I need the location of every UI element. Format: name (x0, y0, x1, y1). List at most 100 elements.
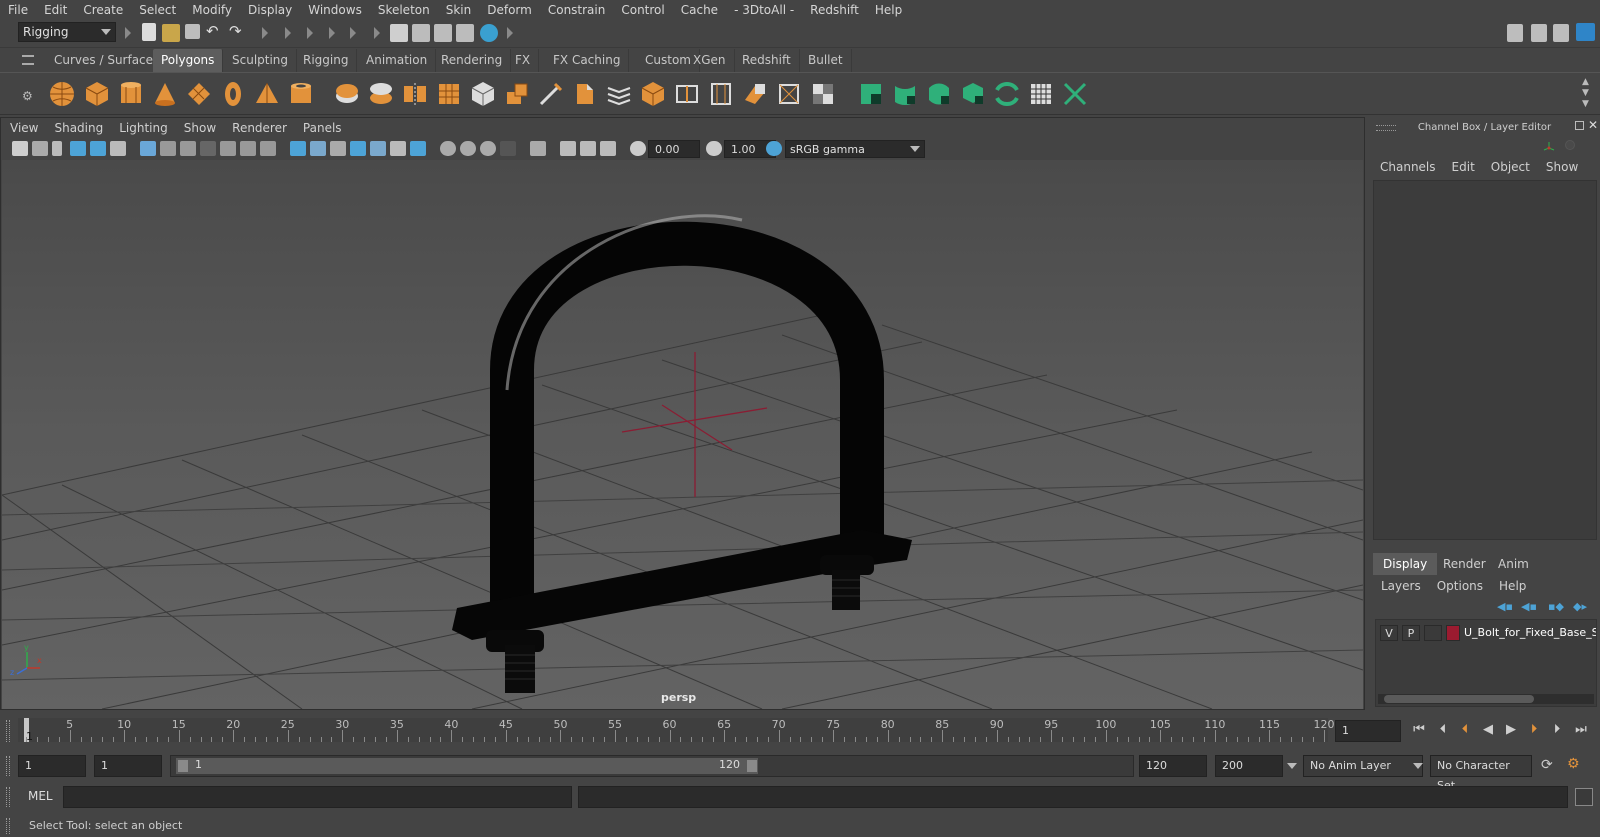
xray-active-icon[interactable] (580, 141, 596, 156)
color-management-icon[interactable] (766, 141, 782, 156)
bevel-icon[interactable] (571, 80, 599, 108)
smooth-icon[interactable] (435, 80, 463, 108)
isolate-select-icon[interactable] (530, 141, 546, 156)
close-icon[interactable]: ✕ (1588, 118, 1598, 132)
step-forward-frame-icon[interactable]: ⏵ (1548, 722, 1566, 738)
menu-deform[interactable]: Deform (479, 0, 540, 20)
target-weld-icon[interactable] (775, 80, 803, 108)
persp-viewport[interactable]: x y z (2, 160, 1363, 709)
ipr-render-icon[interactable] (434, 24, 452, 42)
lights-icon[interactable] (390, 141, 406, 156)
menu-windows[interactable]: Windows (300, 0, 370, 20)
poly-cube-icon[interactable] (83, 80, 111, 108)
shelf-tab-fx-caching[interactable]: FX Caching (545, 49, 630, 72)
layer-menu-options[interactable]: Options (1429, 576, 1491, 596)
timeline-ruler[interactable]: 1 5 10 15 20 25 30 35 40 45 50 55 60 65 70 75 80 85 90 95 1… (18, 718, 1335, 743)
viewport-menu-panels[interactable]: Panels (295, 121, 350, 135)
move-layer-down-icon[interactable]: ◀▪ (1521, 600, 1537, 613)
xray-icon[interactable] (560, 141, 576, 156)
collapse-icon[interactable] (350, 27, 356, 39)
layer-display-type-toggle[interactable] (1424, 625, 1442, 641)
float-panel-icon[interactable] (1575, 121, 1584, 130)
anti-aliasing-icon[interactable] (480, 141, 496, 156)
insert-edge-loop-icon[interactable] (673, 80, 701, 108)
spherical-uv-icon[interactable] (925, 80, 953, 108)
attribute-editor-toggle-icon[interactable] (1531, 24, 1547, 42)
shelf-tab-redshift[interactable]: Redshift (734, 49, 800, 72)
menu-edit[interactable]: Edit (36, 0, 75, 20)
menu-create[interactable]: Create (75, 0, 131, 20)
collapse-icon[interactable] (507, 27, 513, 39)
step-back-frame-icon[interactable]: ⏴ (1434, 722, 1452, 738)
channel-box-toggle-icon[interactable] (1576, 23, 1595, 41)
step-back-key-icon[interactable]: ⏴ (1456, 722, 1474, 738)
poly-cone-icon[interactable] (151, 80, 179, 108)
camera-icon[interactable] (12, 141, 28, 156)
shelf-tab-fx[interactable]: FX (507, 49, 540, 72)
undo-icon[interactable]: ↶ (206, 22, 219, 40)
planar-uv-icon[interactable] (857, 80, 885, 108)
wireframe-icon[interactable] (290, 141, 306, 156)
film-gate-icon[interactable] (160, 141, 176, 156)
poly-torus-icon[interactable] (219, 80, 247, 108)
menu-control[interactable]: Control (613, 0, 672, 20)
mirror-icon[interactable] (401, 80, 429, 108)
menu-help[interactable]: Help (867, 0, 910, 20)
layer-tab-display[interactable]: Display (1373, 553, 1438, 575)
poly-pyramid-icon[interactable] (253, 80, 281, 108)
drag-handle-icon[interactable] (6, 787, 10, 807)
viewport-menu-show[interactable]: Show (176, 121, 224, 135)
combine-icon[interactable] (333, 80, 361, 108)
range-slider-track[interactable]: 1 120 (170, 755, 1134, 777)
menu-skeleton[interactable]: Skeleton (370, 0, 438, 20)
layer-list-scrollbar[interactable] (1378, 694, 1594, 704)
collapse-icon[interactable] (125, 27, 131, 39)
shelf-tab-animation[interactable]: Animation (358, 49, 437, 72)
viewport-menu-renderer[interactable]: Renderer (224, 121, 295, 135)
layer-color-swatch[interactable] (1446, 625, 1460, 641)
new-scene-icon[interactable] (142, 23, 156, 41)
safe-title-icon[interactable] (260, 141, 276, 156)
grid-icon[interactable] (140, 141, 156, 156)
gamma-icon[interactable] (706, 141, 722, 156)
workspace-icon[interactable] (1507, 24, 1523, 42)
range-slider-bar[interactable] (176, 758, 758, 774)
colorspace-dropdown[interactable]: sRGB gamma (785, 140, 925, 158)
extrude-icon[interactable] (503, 80, 531, 108)
redo-icon[interactable]: ↷ (229, 22, 242, 40)
ambient-occlusion-icon[interactable] (440, 141, 456, 156)
play-forwards-icon[interactable]: ▶ (1502, 722, 1520, 738)
cylindrical-uv-icon[interactable] (891, 80, 919, 108)
poly-plane-icon[interactable] (185, 80, 213, 108)
channel-box-area[interactable] (1373, 180, 1597, 540)
new-layer-icon[interactable]: ▪◆ (1548, 600, 1564, 613)
shelf-tab-curves-surfaces[interactable]: Curves / Surfaces (46, 49, 169, 72)
wireframe-on-shaded-icon[interactable] (350, 141, 366, 156)
layer-row[interactable]: V P U_Bolt_for_Fixed_Base_S (1376, 620, 1596, 646)
menu-file[interactable]: File (0, 0, 36, 20)
menu-cache[interactable]: Cache (673, 0, 726, 20)
drag-handle-icon[interactable] (6, 818, 10, 834)
poly-pipe-icon[interactable] (287, 80, 315, 108)
layer-menu-layers[interactable]: Layers (1373, 576, 1429, 596)
layer-name[interactable]: U_Bolt_for_Fixed_Base_S (1464, 625, 1596, 641)
camera-attributes-icon[interactable] (32, 141, 48, 156)
collapse-icon[interactable] (262, 27, 268, 39)
hypershade-icon[interactable] (480, 24, 498, 42)
fill-hole-icon[interactable] (741, 80, 769, 108)
automatic-uv-icon[interactable] (959, 80, 987, 108)
character-set-dropdown[interactable]: No Character Set (1430, 755, 1532, 792)
menu-constrain[interactable]: Constrain (540, 0, 614, 20)
range-start-handle[interactable] (178, 760, 188, 772)
field-chart-icon[interactable] (220, 141, 236, 156)
default-material-icon[interactable] (330, 141, 346, 156)
chevron-down-icon[interactable] (1413, 763, 1423, 769)
scrollbar-thumb[interactable] (1384, 695, 1534, 703)
layer-tab-anim[interactable]: Anim (1488, 553, 1539, 575)
menu-select[interactable]: Select (131, 0, 184, 20)
auto-key-icon[interactable]: ⟳ (1541, 757, 1553, 773)
separate-icon[interactable] (367, 80, 395, 108)
drag-handle-icon[interactable] (6, 756, 10, 776)
poly-cylinder-icon[interactable] (117, 80, 145, 108)
uv-editor-icon[interactable] (809, 80, 837, 108)
